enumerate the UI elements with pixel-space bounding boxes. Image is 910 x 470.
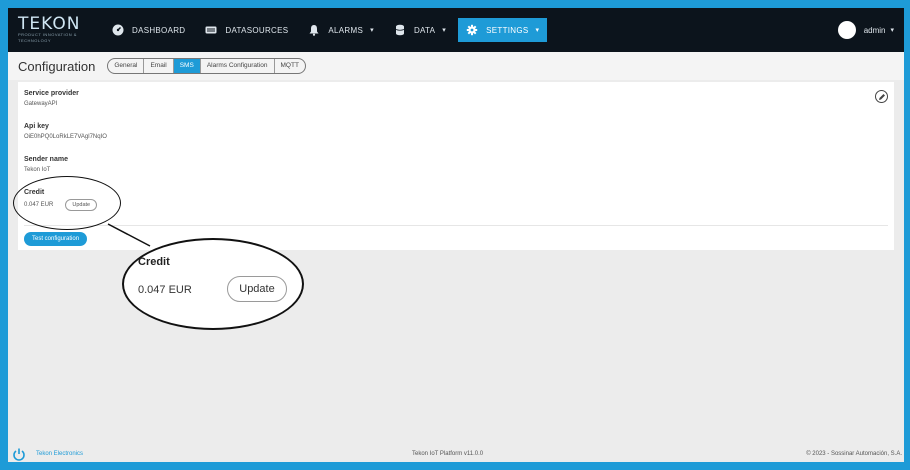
config-tabs: General Email SMS Alarms Configuration M…: [107, 58, 306, 74]
api-key-field: Api key OiE0hPQ0LoRkLE7VAgl7NqIO: [24, 123, 107, 140]
sender-name-label: Sender name: [24, 156, 68, 163]
nav-data[interactable]: DATA ▾: [386, 18, 454, 42]
chevron-down-icon: ▾: [370, 27, 374, 34]
divider: [24, 225, 888, 226]
edit-icon[interactable]: [875, 90, 888, 103]
datasources-icon: [205, 24, 217, 36]
footer-company-link[interactable]: Tekon Electronics: [36, 451, 83, 457]
power-icon[interactable]: [12, 447, 26, 461]
avatar: [837, 21, 856, 39]
user-name: admin: [863, 25, 886, 35]
nav-alarms-label: ALARMS: [328, 25, 364, 35]
footer: Tekon Electronics Tekon IoT Platform v11…: [8, 446, 904, 462]
logo-text: TEKON: [18, 14, 81, 34]
nav-dashboard[interactable]: DASHBOARD: [104, 18, 193, 42]
nav-data-label: DATA: [413, 25, 436, 35]
database-icon: [394, 24, 406, 36]
page-title: Configuration: [18, 58, 96, 74]
tab-sms[interactable]: SMS: [173, 59, 201, 73]
nav-alarms[interactable]: ALARMS ▾: [300, 18, 382, 42]
bell-icon: [308, 24, 320, 36]
top-navbar: TEKON PRODUCT INNOVATION & TECHNOLOGY DA…: [8, 8, 904, 52]
nav-settings-label: SETTINGS: [486, 25, 529, 35]
tab-general[interactable]: General: [108, 59, 145, 73]
nav-settings[interactable]: SETTINGS ▾: [458, 18, 548, 42]
service-provider-label: Service provider: [24, 90, 79, 97]
sender-name-field: Sender name Tekon IoT: [24, 156, 68, 173]
sms-config-card: Service provider GatewayAPI Api key OiE0…: [18, 82, 894, 250]
logo-tagline: PRODUCT INNOVATION & TECHNOLOGY: [18, 32, 77, 43]
footer-version: Tekon IoT Platform v11.0.0: [412, 451, 484, 457]
nav-datasources-label: DATASOURCES: [225, 25, 289, 35]
chevron-down-icon: ▾: [890, 27, 894, 34]
brand-logo[interactable]: TEKON PRODUCT INNOVATION & TECHNOLOGY: [8, 8, 104, 52]
footer-copyright: © 2023 - Sossinar Automación, S.A.: [806, 451, 902, 457]
api-key-value: OiE0hPQ0LoRkLE7VAgl7NqIO: [24, 134, 107, 140]
tab-mqtt[interactable]: MQTT: [275, 59, 305, 73]
api-key-label: Api key: [24, 123, 49, 130]
zoom-update-button[interactable]: Update: [227, 276, 287, 302]
dashboard-icon: [112, 24, 124, 36]
zoom-credit-value: 0.047 EUR: [138, 284, 192, 296]
gear-icon: [466, 24, 478, 36]
user-menu[interactable]: admin ▾: [837, 21, 904, 39]
service-provider-field: Service provider GatewayAPI: [24, 90, 79, 107]
chevron-down-icon: ▾: [442, 27, 447, 34]
page-header: Configuration General Email SMS Alarms C…: [8, 52, 904, 80]
service-provider-value: GatewayAPI: [24, 101, 58, 107]
chevron-down-icon: ▾: [535, 27, 540, 34]
test-configuration-button[interactable]: Test configuration: [24, 232, 88, 246]
callout-highlight: [13, 176, 121, 230]
tab-email[interactable]: Email: [144, 59, 174, 73]
zoom-credit-label: Credit: [138, 256, 170, 268]
tab-alarms-configuration[interactable]: Alarms Configuration: [201, 59, 275, 73]
nav-dashboard-label: DASHBOARD: [132, 25, 186, 35]
nav-datasources[interactable]: DATASOURCES: [197, 18, 296, 42]
sender-name-value: Tekon IoT: [24, 167, 51, 173]
